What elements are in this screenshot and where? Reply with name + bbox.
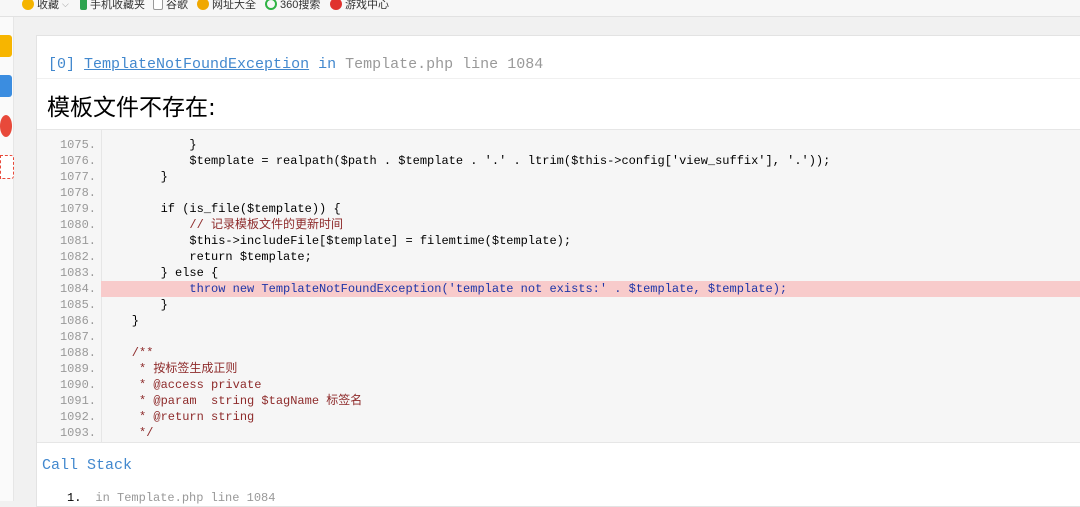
exception-line-word: line <box>462 56 499 73</box>
call-stack-title: Call Stack <box>42 457 133 474</box>
call-stack-entry: 1. in Template.php line 1084 <box>67 491 275 505</box>
line-number: 1087. <box>59 330 96 344</box>
plus-icon <box>197 0 209 10</box>
code-line: 1090. * @access private <box>37 377 1080 393</box>
line-number: 1079. <box>59 202 96 216</box>
browser-sidebar <box>0 17 14 501</box>
code-text: // 记录模板文件的更新时间 <box>103 218 344 232</box>
line-number: 1078. <box>59 186 96 200</box>
call-stack-entry-number: 1. <box>67 491 82 505</box>
code-text: return $template; <box>103 250 312 264</box>
code-line: 1081. $this->includeFile[$template] = fi… <box>37 233 1080 249</box>
code-line: 1075. } <box>37 137 1080 153</box>
code-line: 1079. if (is_file($template)) { <box>37 201 1080 217</box>
code-text: * @return string <box>103 410 255 424</box>
line-number: 1081. <box>59 234 96 248</box>
code-text: * @param string $tagName 标签名 <box>103 394 363 408</box>
bookmark-360search[interactable]: 360搜索 <box>265 0 320 12</box>
line-number: 1086. <box>59 314 96 328</box>
line-number: 1077. <box>59 170 96 184</box>
code-line: 1086. } <box>37 313 1080 329</box>
line-number: 1083. <box>59 266 96 280</box>
bookmark-games[interactable]: 游戏中心 <box>330 0 389 12</box>
line-number: 1089. <box>59 362 96 376</box>
exception-line: 1084 <box>507 56 544 73</box>
code-text: /** <box>103 346 154 360</box>
line-number: 1088. <box>59 346 96 360</box>
line-number: 1076. <box>59 154 96 168</box>
favorites-sidebar-icon[interactable] <box>0 35 12 57</box>
code-text: $this->includeFile[$template] = filemtim… <box>103 234 572 248</box>
code-line: 1091. * @param string $tagName 标签名 <box>37 393 1080 409</box>
line-number: 1075. <box>59 138 96 152</box>
bookmark-favorites[interactable]: 收藏 ⌵ <box>22 0 69 12</box>
bookmark-hao[interactable]: 网址大全 <box>197 0 256 12</box>
line-number: 1090. <box>59 378 96 392</box>
code-text: } <box>103 298 168 312</box>
code-text: if (is_file($template)) { <box>103 202 341 216</box>
source-code-block: 1075. } 1076. $template = realpath($path … <box>37 129 1080 443</box>
360-icon <box>265 0 277 10</box>
code-line: 1078. <box>37 185 1080 201</box>
code-line: 1082. return $template; <box>37 249 1080 265</box>
line-number: 1080. <box>59 218 96 232</box>
code-line: 1076. $template = realpath($path . $temp… <box>37 153 1080 169</box>
exception-class-link[interactable]: TemplateNotFoundException <box>84 56 309 73</box>
code-text: throw new TemplateNotFoundException('tem… <box>101 281 1080 297</box>
phone-icon <box>80 0 87 10</box>
code-line: 1092. * @return string <box>37 409 1080 425</box>
code-line: 1089. * 按标签生成正则 <box>37 361 1080 377</box>
divider <box>37 78 1080 79</box>
highlighted-code-line: 1084. throw new TemplateNotFoundExceptio… <box>37 281 1080 297</box>
code-line: 1088. /** <box>37 345 1080 361</box>
line-number: 1092. <box>59 410 96 424</box>
exception-panel: [0] TemplateNotFoundException in Templat… <box>36 35 1080 507</box>
bookmark-google[interactable]: 谷歌 <box>153 0 188 12</box>
page-icon <box>153 0 163 10</box>
line-number: 1093. <box>59 426 96 440</box>
weibo-sidebar-icon[interactable] <box>0 115 12 137</box>
exception-index: [0] <box>48 56 76 73</box>
code-line: 1093. */ <box>37 425 1080 441</box>
line-number: 1085. <box>59 298 96 312</box>
code-line: 1077. } <box>37 169 1080 185</box>
call-stack-entry-text: in Template.php line 1084 <box>95 491 276 505</box>
line-number: 1084. <box>59 282 96 296</box>
exception-file: Template.php <box>345 56 454 73</box>
line-number: 1091. <box>59 394 96 408</box>
code-line: 1080. // 记录模板文件的更新时间 <box>37 217 1080 233</box>
exception-in-word: in <box>318 56 337 73</box>
code-text: $template = realpath($path . $template .… <box>103 154 831 168</box>
code-line: 1083. } else { <box>37 265 1080 281</box>
bookmark-mobile[interactable]: 手机收藏夹 <box>80 0 145 12</box>
chevron-down-icon: ⌵ <box>62 0 69 9</box>
code-text: } else { <box>103 266 219 280</box>
bookmark-bar: I 收藏 ⌵ 手机收藏夹 谷歌 网址大全 360搜索 游戏中心 <box>0 0 1080 17</box>
code-text: */ <box>103 426 154 440</box>
line-number: 1082. <box>59 250 96 264</box>
star-icon <box>22 0 34 10</box>
exception-header: [0] TemplateNotFoundException in Templat… <box>48 56 543 73</box>
mail-sidebar-icon[interactable] <box>0 155 14 179</box>
game-icon <box>330 0 342 10</box>
code-text: } <box>103 170 168 184</box>
code-text: * @access private <box>103 378 262 392</box>
code-line: 1087. <box>37 329 1080 345</box>
code-line: 1085. } <box>37 297 1080 313</box>
code-text: } <box>103 138 197 152</box>
code-text: * 按标签生成正则 <box>103 362 238 376</box>
notes-sidebar-icon[interactable] <box>0 75 12 97</box>
exception-message: 模板文件不存在: <box>47 95 216 121</box>
code-text: } <box>103 314 140 328</box>
